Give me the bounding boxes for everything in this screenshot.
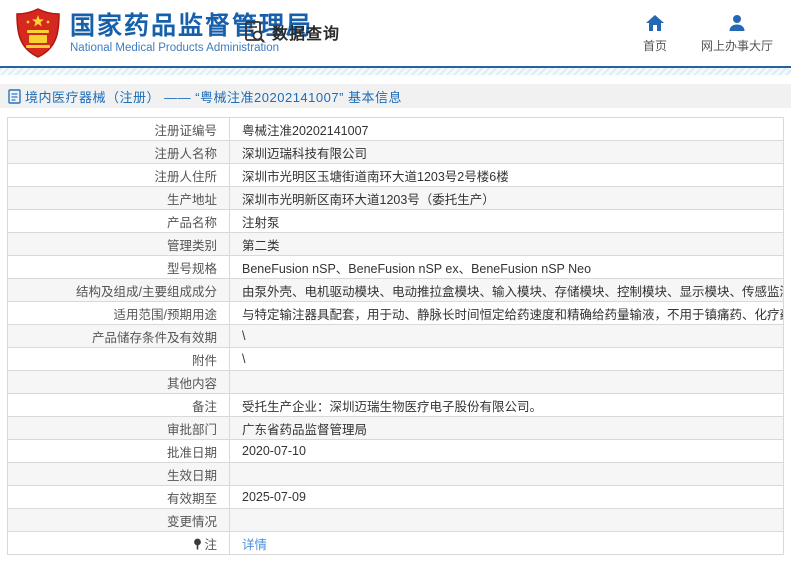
- row-label: 批准日期: [8, 440, 230, 463]
- table-row: 备注 受托生产企业：深圳迈瑞生物医疗电子股份有限公司。: [8, 394, 784, 417]
- table-row: 型号规格 BeneFusion nSP、BeneFusion nSP ex、Be…: [8, 256, 784, 279]
- header-hatch-band: [0, 68, 791, 75]
- row-value: [230, 371, 784, 394]
- row-value: [230, 509, 784, 532]
- data-query-icon: [243, 20, 267, 44]
- row-value: 由泵外壳、电机驱动模块、电动推拉盒模块、输入模块、存储模块、控制模块、显示模块、…: [230, 279, 784, 302]
- table-row: 注册人名称 深圳迈瑞科技有限公司: [8, 141, 784, 164]
- row-value: 2020-07-10: [230, 440, 784, 463]
- row-label: 生效日期: [8, 463, 230, 486]
- page-title: 境内医疗器械（注册） —— “粤械注准20202141007” 基本信息: [25, 87, 402, 106]
- row-label: 其他内容: [8, 371, 230, 394]
- table-row: 生产地址 深圳市光明新区南环大道1203号（委托生产）: [8, 187, 784, 210]
- document-icon: [8, 89, 21, 104]
- table-row: 附件 \: [8, 348, 784, 371]
- table-row: 注 详情: [8, 532, 784, 555]
- page: 国家药品监督管理局 National Medical Products Admi…: [0, 0, 791, 555]
- top-links: 首页 网上办事大厅: [609, 14, 773, 54]
- row-value: 深圳市光明新区南环大道1203号（委托生产）: [230, 187, 784, 210]
- nav-home-label: 首页: [643, 37, 667, 54]
- row-value: [230, 463, 784, 486]
- row-value: 第二类: [230, 233, 784, 256]
- row-label: 适用范围/预期用途: [8, 302, 230, 325]
- row-value: 2025-07-09: [230, 486, 784, 509]
- row-label: 注: [8, 532, 230, 555]
- row-value: 注射泵: [230, 210, 784, 233]
- nav-service-hall[interactable]: 网上办事大厅: [701, 14, 773, 54]
- row-label: 附件: [8, 348, 230, 371]
- table-row: 变更情况: [8, 509, 784, 532]
- table-row: 批准日期 2020-07-10: [8, 440, 784, 463]
- table-row: 结构及组成/主要组成成分 由泵外壳、电机驱动模块、电动推拉盒模块、输入模块、存储…: [8, 279, 784, 302]
- row-label: 注册人名称: [8, 141, 230, 164]
- row-label: 生产地址: [8, 187, 230, 210]
- nav-home[interactable]: 首页: [643, 14, 667, 54]
- table-row: 有效期至 2025-07-09: [8, 486, 784, 509]
- row-value: 受托生产企业：深圳迈瑞生物医疗电子股份有限公司。: [230, 394, 784, 417]
- table-row: 注册人住所 深圳市光明区玉塘街道南环大道1203号2号楼6楼: [8, 164, 784, 187]
- row-value: 粤械注准20202141007: [230, 118, 784, 141]
- table-row: 生效日期: [8, 463, 784, 486]
- home-icon: [645, 14, 665, 32]
- row-label: 有效期至: [8, 486, 230, 509]
- row-value: 详情: [230, 532, 784, 555]
- nav-data-query-label: 数据查询: [272, 20, 340, 44]
- table-row: 其他内容: [8, 371, 784, 394]
- row-label: 产品储存条件及有效期: [8, 325, 230, 348]
- table-row: 审批部门 广东省药品监督管理局: [8, 417, 784, 440]
- row-label: 型号规格: [8, 256, 230, 279]
- table-row: 注册证编号 粤械注准20202141007: [8, 118, 784, 141]
- user-icon: [728, 14, 746, 32]
- row-label: 注册证编号: [8, 118, 230, 141]
- row-label: 备注: [8, 394, 230, 417]
- table-row: 管理类别 第二类: [8, 233, 784, 256]
- site-header: 国家药品监督管理局 National Medical Products Admi…: [0, 0, 791, 66]
- row-value: 深圳迈瑞科技有限公司: [230, 141, 784, 164]
- row-label: 变更情况: [8, 509, 230, 532]
- nav-service-hall-label: 网上办事大厅: [701, 37, 773, 54]
- detail-link[interactable]: 详情: [242, 538, 267, 552]
- national-emblem-logo: [16, 8, 60, 58]
- row-value: \: [230, 325, 784, 348]
- table-row: 产品储存条件及有效期 \: [8, 325, 784, 348]
- row-label: 产品名称: [8, 210, 230, 233]
- table-row: 适用范围/预期用途 与特定输注器具配套，用于动、静脉长时间恒定给药速度和精确给药…: [8, 302, 784, 325]
- nav-data-query[interactable]: 数据查询: [243, 20, 340, 44]
- row-value: 深圳市光明区玉塘街道南环大道1203号2号楼6楼: [230, 164, 784, 187]
- row-label: 审批部门: [8, 417, 230, 440]
- row-label: 结构及组成/主要组成成分: [8, 279, 230, 302]
- page-title-bar: 境内医疗器械（注册） —— “粤械注准20202141007” 基本信息: [0, 84, 791, 108]
- row-value: BeneFusion nSP、BeneFusion nSP ex、BeneFus…: [230, 256, 784, 279]
- row-value: 广东省药品监督管理局: [230, 417, 784, 440]
- row-label: 管理类别: [8, 233, 230, 256]
- note-pin-icon: [193, 538, 202, 550]
- info-table-body: 注册证编号 粤械注准20202141007 注册人名称 深圳迈瑞科技有限公司 注…: [8, 118, 784, 555]
- row-label: 注册人住所: [8, 164, 230, 187]
- row-value: \: [230, 348, 784, 371]
- row-value: 与特定输注器具配套，用于动、静脉长时间恒定给药速度和精确给药量输液，不用于镇痛药…: [230, 302, 784, 325]
- info-table: 注册证编号 粤械注准20202141007 注册人名称 深圳迈瑞科技有限公司 注…: [7, 117, 784, 555]
- table-row: 产品名称 注射泵: [8, 210, 784, 233]
